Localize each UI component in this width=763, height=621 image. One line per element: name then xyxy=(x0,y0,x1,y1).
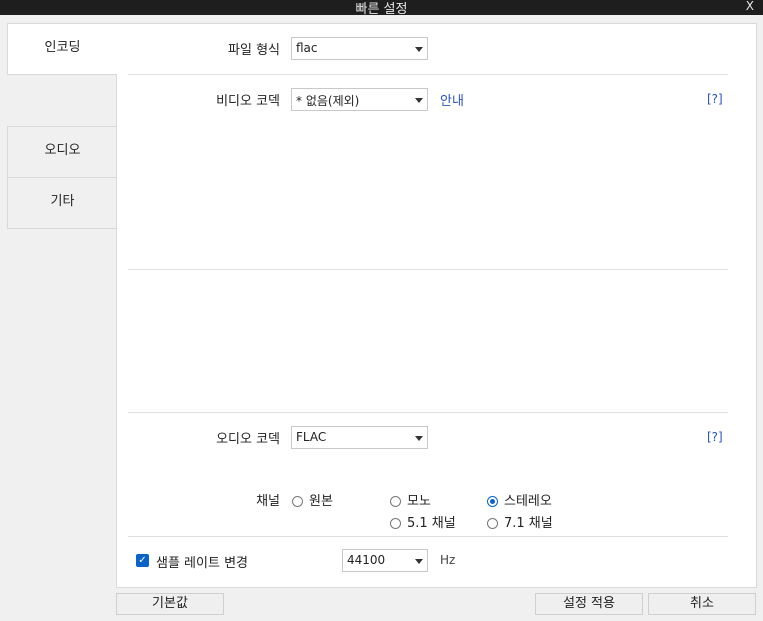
radio-icon xyxy=(292,496,303,507)
title-bar: 빠른 설정 X xyxy=(0,0,763,17)
tab-etc[interactable]: 기타 xyxy=(7,177,117,229)
channel-radio-stereo[interactable]: 스테레오 xyxy=(487,490,552,509)
channel-radio-5-1[interactable]: 5.1 채널 xyxy=(390,512,456,531)
audio-codec-select[interactable]: FLAC xyxy=(291,426,428,449)
channel-option-label: 스테레오 xyxy=(504,494,552,509)
video-codec-value: * 없음(제외) xyxy=(296,94,360,108)
file-format-label: 파일 형식 xyxy=(228,43,280,58)
radio-selected-icon xyxy=(487,496,498,507)
audio-codec-help-link[interactable]: [?] xyxy=(707,430,723,444)
sample-rate-checkbox[interactable]: ✓ xyxy=(136,554,149,567)
tab-encoding-label: 인코딩 xyxy=(44,40,81,55)
radio-icon xyxy=(390,496,401,507)
sample-rate-value: 44100 xyxy=(347,553,386,567)
chevron-down-icon xyxy=(415,98,423,103)
tab-etc-label: 기타 xyxy=(50,194,75,209)
file-format-value: flac xyxy=(296,41,318,55)
default-button[interactable]: 기본값 xyxy=(116,593,224,615)
chevron-down-icon xyxy=(415,47,423,52)
channel-option-label: 5.1 채널 xyxy=(407,516,456,531)
chevron-down-icon xyxy=(415,559,423,564)
divider xyxy=(128,536,728,537)
tab-encoding[interactable]: 인코딩 xyxy=(7,23,117,75)
audio-codec-label: 오디오 코덱 xyxy=(216,432,280,447)
chevron-down-icon xyxy=(415,436,423,441)
window-title: 빠른 설정 xyxy=(355,2,408,17)
file-format-select[interactable]: flac xyxy=(291,37,428,60)
cancel-button[interactable]: 취소 xyxy=(648,593,756,615)
video-codec-help-link[interactable]: [?] xyxy=(707,92,723,106)
video-codec-guide-link[interactable]: 안내 xyxy=(440,90,464,109)
channel-label: 채널 xyxy=(256,494,280,509)
channel-radio-7-1[interactable]: 7.1 채널 xyxy=(487,512,553,531)
channel-option-label: 7.1 채널 xyxy=(504,516,553,531)
channel-radio-original[interactable]: 원본 xyxy=(292,490,333,509)
sample-rate-unit: Hz xyxy=(440,553,456,567)
divider xyxy=(128,412,728,413)
video-codec-select[interactable]: * 없음(제외) xyxy=(291,88,428,111)
radio-icon xyxy=(390,518,401,529)
channel-option-label: 원본 xyxy=(309,494,333,509)
divider xyxy=(128,269,728,270)
sample-rate-select[interactable]: 44100 xyxy=(342,549,428,572)
close-button[interactable]: X xyxy=(746,0,754,13)
channel-option-label: 모노 xyxy=(407,494,431,509)
sample-rate-label: 샘플 레이트 변경 xyxy=(156,556,248,571)
channel-radio-mono[interactable]: 모노 xyxy=(390,490,431,509)
tab-audio[interactable]: 오디오 xyxy=(7,126,117,178)
audio-codec-value: FLAC xyxy=(296,430,327,444)
tab-audio-label: 오디오 xyxy=(44,143,81,158)
divider xyxy=(128,74,728,75)
video-codec-label: 비디오 코덱 xyxy=(216,94,280,109)
radio-icon xyxy=(487,518,498,529)
apply-settings-button[interactable]: 설정 적용 xyxy=(535,593,643,615)
